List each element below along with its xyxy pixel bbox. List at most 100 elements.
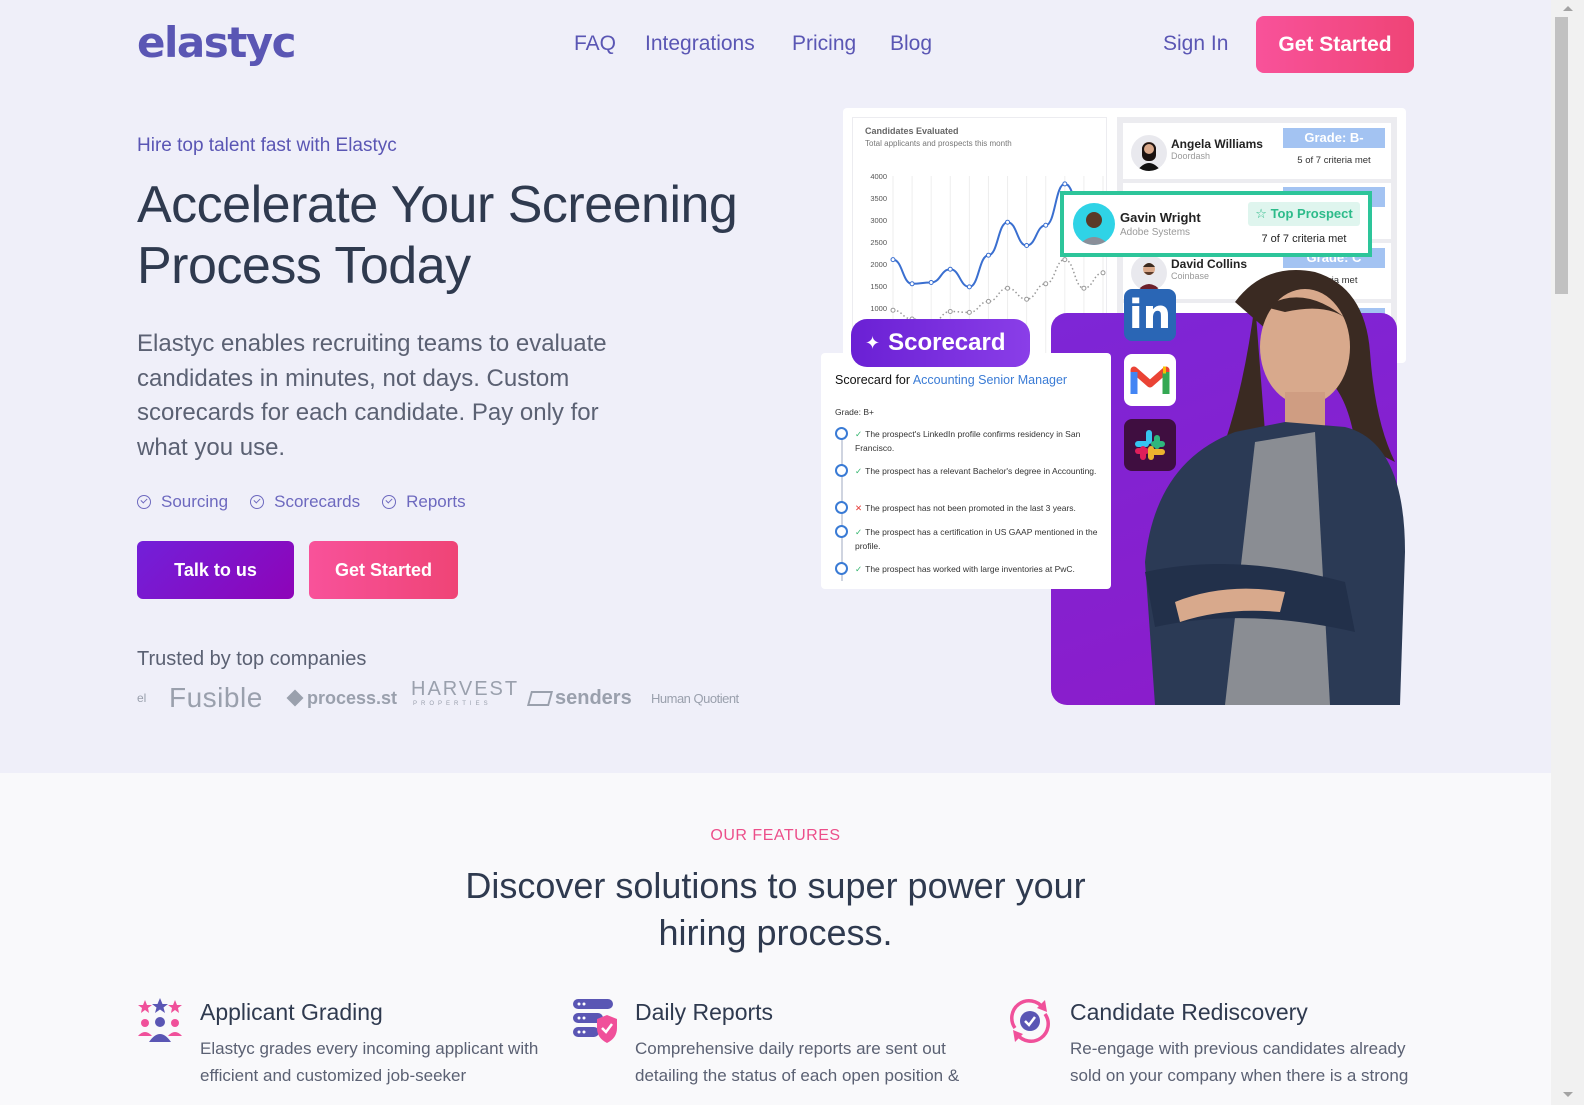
scorecard-pill-label: Scorecard	[888, 329, 1006, 356]
logo-senders: senders	[526, 687, 632, 710]
check-circle-icon	[382, 495, 397, 509]
scorecard-item: ✓ The prospect's LinkedIn profile confirm…	[835, 427, 1100, 455]
gmail-icon	[1124, 354, 1176, 406]
logo[interactable]: elastyc	[137, 18, 297, 67]
data-point-prospects	[1043, 281, 1049, 287]
nav-link-pricing[interactable]: Pricing	[792, 32, 856, 56]
scroll-thumb[interactable]	[1555, 17, 1568, 294]
data-point-applicants	[909, 281, 915, 287]
candidate-name: Gavin Wright	[1120, 210, 1201, 225]
y-tick-label: 3500	[870, 194, 887, 203]
logo-partial: el	[137, 691, 147, 705]
y-tick-label: 1000	[870, 304, 887, 313]
sparkles-icon: ✦	[865, 332, 881, 353]
data-point-prospects	[985, 298, 991, 304]
data-point-applicants	[985, 252, 991, 258]
data-point-prospects	[1081, 285, 1087, 291]
avatar	[1131, 135, 1167, 171]
data-point-applicants	[928, 279, 934, 285]
data-point-applicants	[1024, 243, 1030, 249]
item-text: The prospect's LinkedIn profile confirms…	[855, 429, 1081, 453]
y-tick-label: 3000	[870, 216, 887, 225]
chart-subtitle: Total applicants and prospects this mont…	[865, 139, 1012, 148]
nav-link-integrations[interactable]: Integrations	[645, 32, 755, 56]
scorecard-item: ✕ The prospect has not been promoted in t…	[835, 501, 1100, 515]
scorecard-for-label: Scorecard for	[835, 373, 911, 387]
linkedin-icon: in	[1124, 289, 1176, 341]
x-icon: ✕	[855, 503, 863, 513]
candidate-company: Adobe Systems	[1120, 227, 1191, 238]
nav-link-blog[interactable]: Blog	[890, 32, 932, 56]
logo-process-st: process.st	[286, 687, 398, 709]
data-point-applicants	[890, 257, 896, 263]
data-point-prospects	[947, 309, 953, 315]
trusted-label: Trusted by top companies	[137, 648, 367, 670]
company-logos: el Fusible process.st HARVEST PROPERTIES…	[137, 678, 757, 716]
avatar	[1073, 203, 1115, 245]
data-point-prospects	[1062, 257, 1068, 263]
check-icon: ✓	[855, 429, 863, 439]
data-point-applicants	[1062, 181, 1068, 187]
logo-process-st-text: process.st	[307, 687, 398, 708]
server-shield-icon	[573, 999, 617, 1043]
scorecard-card: Scorecard for Accounting Senior Manager …	[821, 353, 1111, 589]
logo-human-quotient: Human Quotient	[651, 690, 739, 706]
feature-title: Candidate Rediscovery	[1070, 999, 1308, 1025]
features-eyebrow: OUR FEATURES	[710, 827, 841, 844]
check-circle-icon	[137, 495, 151, 509]
data-point-applicants	[1043, 222, 1049, 228]
sign-in-link[interactable]: Sign In	[1163, 32, 1228, 56]
slack-icon	[1124, 419, 1176, 471]
features-title-text: Discover solutions to super power your h…	[465, 865, 1086, 953]
data-point-applicants	[966, 284, 972, 290]
star-icon: ☆	[1255, 206, 1271, 221]
chart-title: Candidates Evaluated	[865, 126, 959, 136]
chip-scorecards: Scorecards	[250, 492, 360, 512]
y-tick-label: 4000	[870, 172, 887, 181]
hero-get-started-button[interactable]: Get Started	[309, 541, 458, 599]
scorecard-heading: Scorecard for Accounting Senior Manager	[835, 373, 1067, 387]
candidate-company: Doordash	[1171, 151, 1211, 161]
data-point-prospects	[1005, 285, 1011, 291]
data-point-prospects	[966, 309, 972, 315]
feature-title: Applicant Grading	[200, 999, 383, 1025]
circle-icon	[835, 501, 848, 514]
nav-get-started-button[interactable]: Get Started	[1256, 16, 1414, 73]
data-point-applicants	[1005, 219, 1011, 225]
data-point-applicants	[947, 266, 953, 272]
talk-to-us-button[interactable]: Talk to us	[137, 541, 294, 599]
scroll-up-arrow-icon[interactable]	[1563, 6, 1573, 11]
sync-check-icon	[1010, 999, 1050, 1043]
nav-link-faq[interactable]: FAQ	[574, 32, 616, 56]
criteria-count: 7 of 7 criteria met	[1261, 233, 1347, 245]
candidate-row[interactable]: Angela Williams Doordash Grade: B- 5 of …	[1123, 123, 1391, 179]
top-prospect-card[interactable]: Gavin Wright Adobe Systems ☆ Top Prospec…	[1060, 191, 1372, 257]
candidate-name: Angela Williams	[1171, 137, 1263, 151]
logo-harvest-sub: PROPERTIES	[413, 701, 492, 707]
hero-headline: Accelerate Your Screening Process Today	[137, 176, 738, 295]
scorecard-item: ✓ The prospect has a relevant Bachelor's …	[835, 464, 1100, 478]
data-point-prospects	[1024, 296, 1030, 302]
item-text: The prospect has not been promoted in th…	[865, 503, 1076, 513]
logo-harvest: HARVEST	[411, 678, 520, 700]
stars-people-icon	[138, 998, 182, 1042]
grade-badge: Grade: B-	[1283, 128, 1385, 148]
criteria-count: 5 of 7 criteria met	[1297, 155, 1371, 166]
top-prospect-badge: ☆ Top Prospect	[1248, 202, 1360, 226]
circle-icon	[835, 464, 848, 477]
scorecard-grade: Grade: B+	[835, 407, 874, 417]
item-text: The prospect has worked with large inven…	[865, 564, 1075, 574]
circle-icon	[835, 562, 848, 575]
feature-text: Elastyc grades every incoming applicant …	[200, 1039, 539, 1085]
feature-chips: Sourcing Scorecards Reports	[137, 492, 466, 512]
chip-reports: Reports	[382, 492, 466, 512]
badge-label: Top Prospect	[1270, 206, 1353, 221]
scorecard-role[interactable]: Accounting Senior Manager	[913, 373, 1067, 387]
features-title: Discover solutions to super power your h…	[0, 862, 1551, 956]
check-icon: ✓	[855, 564, 863, 574]
item-text: The prospect has a relevant Bachelor's d…	[865, 466, 1097, 476]
logo-fusible: Fusible	[169, 682, 263, 713]
scroll-down-arrow-icon[interactable]	[1563, 1092, 1573, 1097]
chip-label: Scorecards	[274, 492, 361, 511]
page-scrollbar[interactable]	[1551, 0, 1584, 1105]
